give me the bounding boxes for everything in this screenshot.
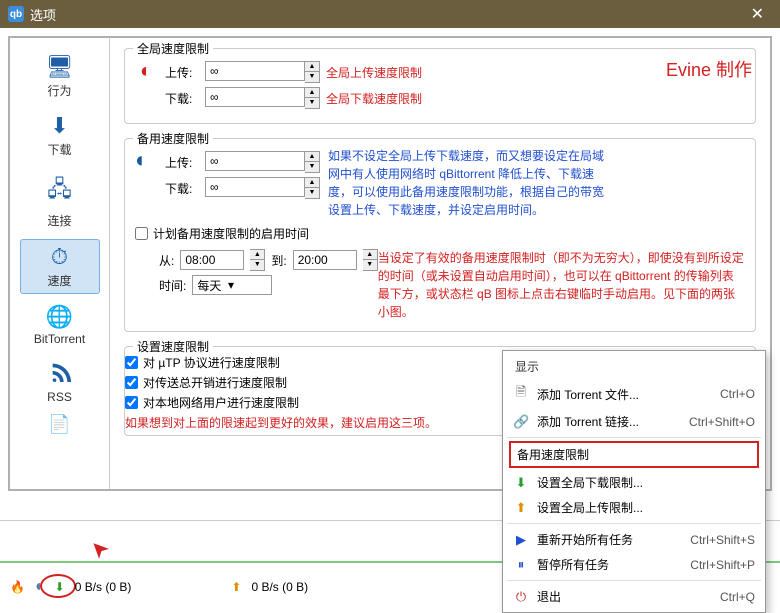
alt-right-note: 如果不设定全局上传下载速度，而又想要设定在局域网中有人使用网络时 qBittor… <box>328 147 608 219</box>
global-download-input[interactable]: ▲▼ <box>205 87 320 109</box>
cm-alt-speed-highlight[interactable]: 备用速度限制 <box>509 441 759 468</box>
cm-set-global-upload[interactable]: ⬆ 设置全局上传限制... <box>503 495 765 520</box>
alt-legend: 备用速度限制 <box>133 130 213 147</box>
to-label: 到: <box>271 252 286 269</box>
status-download: 0 B/s (0 B) <box>75 580 132 594</box>
alt-upload-input[interactable]: ▲▼ <box>205 151 320 173</box>
rss-icon <box>49 360 71 388</box>
sidebar-label: 下载 <box>47 141 71 158</box>
alt-download-input[interactable]: ▲▼ <box>205 177 320 199</box>
from-label: 从: <box>159 252 174 269</box>
global-download-row: 下载: ▲▼ 全局下载速度限制 <box>165 87 422 109</box>
watermark: Evine 制作 <box>666 56 752 82</box>
alt-upload-label: 上传: <box>165 154 199 171</box>
sidebar-item-connection[interactable]: 🖧 连接 <box>20 168 100 233</box>
global-speed-fieldset: 全局速度限制 ◐ 上传: ▲▼ 全局上传速度限制 下载: <box>124 48 756 124</box>
cm-add-torrent-file[interactable]: 🗎 添加 Torrent 文件... Ctrl+O <box>503 379 765 409</box>
alt-red-note: 当设定了有效的备用速度限制时（即不为无穷大），即使没有到所设定的时间（或未设置自… <box>378 249 745 321</box>
period-label: 时间: <box>159 277 186 294</box>
qb-icon: qb <box>8 6 24 22</box>
titlebar: qb 选项 ✕ <box>0 0 780 28</box>
download-icon: ⬇ <box>50 113 68 139</box>
download-limit-icon: ⬇ <box>513 475 529 491</box>
settings-legend: 设置速度限制 <box>133 338 213 355</box>
global-upload-note: 全局上传速度限制 <box>326 64 422 81</box>
sidebar-item-behavior[interactable]: 🖥 行为 <box>20 50 100 103</box>
sidebar-item-rss[interactable]: RSS <box>20 356 100 408</box>
gauge-red-icon: ◐ <box>135 57 165 83</box>
spin-up[interactable]: ▲ <box>305 62 319 72</box>
sidebar-label: BitTorrent <box>34 332 85 346</box>
network-icon: 🖧 <box>47 172 72 210</box>
close-icon[interactable]: ✕ <box>743 4 772 24</box>
sidebar-label: 速度 <box>47 272 71 289</box>
sidebar: 🖥 行为 ⬇ 下载 🖧 连接 ⏱ 速度 🌐 BitTorrent RSS 📄 <box>10 38 110 489</box>
pause-icon: ⏸ <box>513 557 529 573</box>
download-value[interactable] <box>205 87 305 107</box>
annotation-arrow: ➤ <box>84 533 115 564</box>
document-icon[interactable]: 📄 <box>48 414 70 435</box>
overhead-checkbox[interactable] <box>125 376 138 389</box>
schedule-label: 计划备用速度限制的启用时间 <box>153 225 309 242</box>
monitor-icon: 🖥 <box>46 54 74 80</box>
global-upload-input[interactable]: ▲▼ <box>205 61 320 83</box>
cm-exit[interactable]: ⏻ 退出 Ctrl+Q <box>503 584 765 609</box>
period-select[interactable]: 每天 ▾ <box>192 275 272 295</box>
schedule-checkbox[interactable] <box>135 227 148 240</box>
upload-label: 上传: <box>165 64 199 81</box>
sidebar-item-downloads[interactable]: ⬇ 下载 <box>20 109 100 162</box>
global-download-note: 全局下载速度限制 <box>326 90 422 107</box>
sidebar-item-speed[interactable]: ⏱ 速度 <box>20 239 100 294</box>
cm-set-global-download[interactable]: ⬇ 设置全局下载限制... <box>503 470 765 495</box>
down-arrow-icon: ⬇ <box>55 580 65 594</box>
link-icon: 🔗 <box>513 414 529 430</box>
sidebar-label: 连接 <box>47 212 71 229</box>
status-gauge-icon[interactable]: ◐ <box>35 578 45 596</box>
sidebar-label: RSS <box>47 390 72 404</box>
status-upload: 0 B/s (0 B) <box>251 580 308 594</box>
upload-value[interactable] <box>205 61 305 81</box>
up-arrow-icon: ⬆ <box>231 580 241 594</box>
gauge-icon: ⏱ <box>51 244 68 270</box>
download-label: 下载: <box>165 90 199 107</box>
global-upload-row: 上传: ▲▼ 全局上传速度限制 <box>165 61 422 83</box>
window-title: 选项 <box>30 5 56 24</box>
utp-checkbox[interactable] <box>125 356 138 369</box>
globe-gear-icon: 🌐 <box>46 304 73 330</box>
separator <box>507 580 761 581</box>
upload-limit-icon: ⬆ <box>513 500 529 516</box>
cm-pause-all[interactable]: ⏸ 暂停所有任务 Ctrl+Shift+P <box>503 552 765 577</box>
separator <box>507 523 761 524</box>
lan-checkbox[interactable] <box>125 396 138 409</box>
context-menu: 显示 🗎 添加 Torrent 文件... Ctrl+O 🔗 添加 Torren… <box>502 350 766 613</box>
spin-down[interactable]: ▼ <box>305 98 319 108</box>
play-icon: ▶ <box>513 532 529 548</box>
sidebar-item-bittorrent[interactable]: 🌐 BitTorrent <box>20 300 100 350</box>
sidebar-label: 行为 <box>47 82 71 99</box>
separator <box>507 437 761 438</box>
spin-down[interactable]: ▼ <box>305 72 319 82</box>
cm-header: 显示 <box>503 354 765 379</box>
file-icon: 🗎 <box>513 383 529 405</box>
alt-speed-fieldset: 备用速度限制 ◐ 上传: ▲▼ 下载: ▲▼ <box>124 138 756 332</box>
gauge-alt-icon: ◐ <box>135 147 165 173</box>
flame-icon: 🔥 <box>10 580 25 594</box>
spin-up[interactable]: ▲ <box>305 88 319 98</box>
cm-add-torrent-link[interactable]: 🔗 添加 Torrent 链接... Ctrl+Shift+O <box>503 409 765 434</box>
cm-resume-all[interactable]: ▶ 重新开始所有任务 Ctrl+Shift+S <box>503 527 765 552</box>
to-time[interactable] <box>293 250 357 270</box>
global-legend: 全局速度限制 <box>133 40 213 57</box>
exit-icon: ⏻ <box>513 589 529 605</box>
from-time[interactable] <box>180 250 244 270</box>
alt-download-label: 下载: <box>165 180 199 197</box>
